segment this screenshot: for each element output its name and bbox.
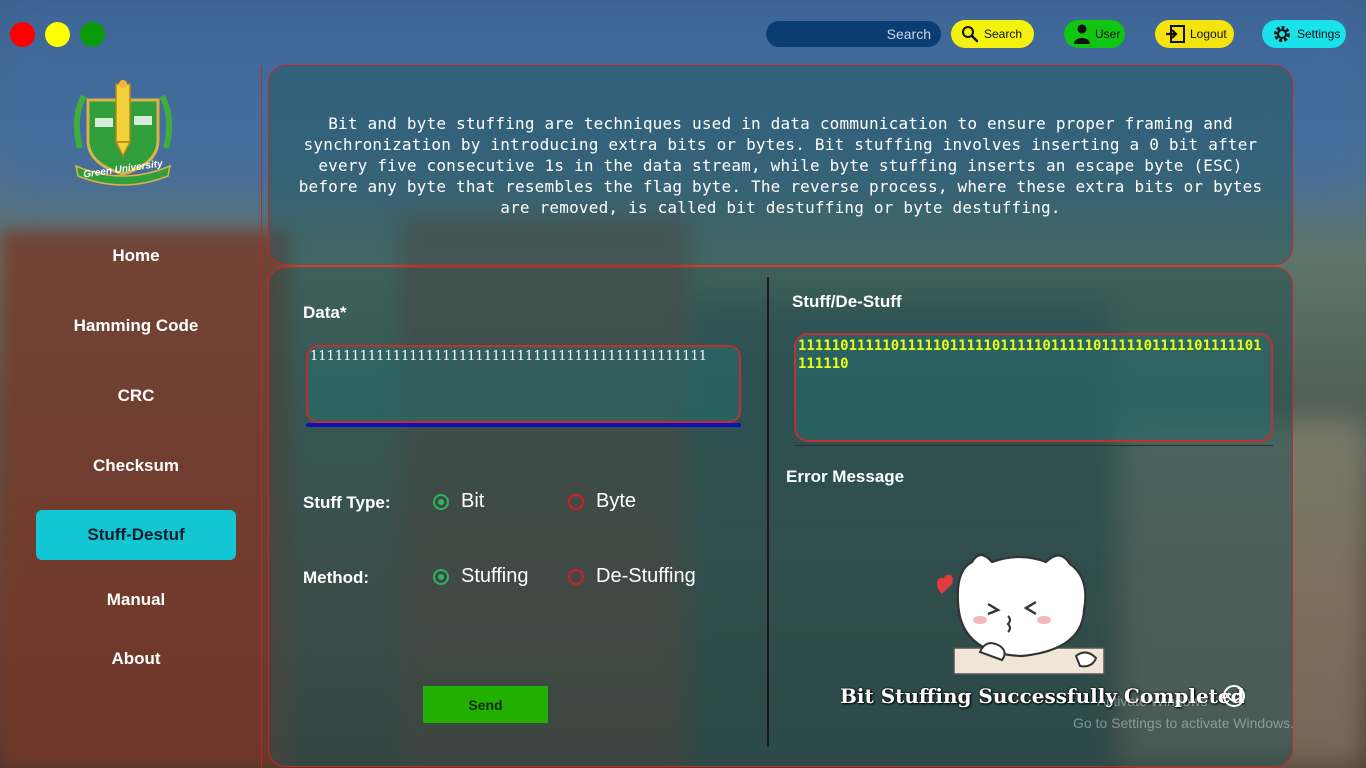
user-button-label: User [1095, 27, 1121, 41]
stuff-type-label: Stuff Type: [303, 493, 391, 512]
sidebar-item-label: Stuff-Destuf [87, 525, 185, 544]
description-panel: Bit and byte stuffing are techniques use… [268, 65, 1293, 265]
watermark-line-1: Activate Windows [1097, 693, 1208, 709]
logout-button[interactable]: Logout [1155, 20, 1234, 48]
search-button-label: Search [984, 27, 1023, 41]
user-button[interactable]: User [1064, 20, 1125, 48]
radio-label: Bit [461, 490, 485, 512]
result-divider [794, 445, 1273, 446]
result-label: Stuff/De-Stuff [792, 292, 902, 311]
radio-label: De-Stuffing [596, 565, 696, 587]
sidebar-item-about[interactable]: About [36, 634, 236, 684]
sidebar-divider [261, 66, 262, 768]
settings-button-label: Settings [1297, 27, 1341, 41]
method-label: Method: [303, 568, 370, 587]
sidebar-item-label: About [111, 649, 161, 668]
sidebar-item-crc[interactable]: CRC [36, 371, 236, 421]
sidebar-item-label: Hamming Code [73, 316, 199, 335]
sidebar-item-hamming-code[interactable]: Hamming Code [36, 301, 236, 351]
radio-unchecked-icon [568, 493, 584, 510]
logout-icon [1166, 25, 1185, 43]
minimize-window-button[interactable] [45, 22, 70, 47]
close-window-button[interactable] [10, 22, 35, 47]
activation-watermark: Activate Windows Go to Settings to activ… [1073, 693, 1294, 733]
panel-divider [767, 277, 769, 747]
sidebar-item-checksum[interactable]: Checksum [36, 441, 236, 491]
method-destuffing-radio[interactable]: De-Stuffing [568, 565, 696, 588]
search-icon [962, 26, 979, 43]
maximize-window-button[interactable] [80, 22, 105, 47]
cat-mascot-image [936, 553, 1105, 675]
sidebar-item-label: Home [112, 246, 160, 265]
sidebar-item-stuff-destuf[interactable]: Stuff-Destuf [36, 510, 236, 560]
stuff-type-bit-radio[interactable]: Bit [433, 490, 484, 513]
settings-button[interactable]: Settings [1262, 20, 1346, 48]
user-icon [1074, 24, 1090, 44]
result-output[interactable]: 1111101111101111101111101111101111101111… [794, 333, 1273, 442]
search-button[interactable]: Search [951, 20, 1034, 48]
send-button[interactable]: Send [423, 686, 548, 723]
data-input-focus-bar [306, 423, 741, 427]
radio-checked-icon [433, 493, 449, 510]
radio-label: Byte [596, 490, 637, 512]
data-label: Data* [303, 303, 347, 322]
error-message-label: Error Message [786, 467, 905, 486]
logout-button-label: Logout [1190, 27, 1227, 41]
watermark-line-2: Go to Settings to activate Windows. [1073, 715, 1294, 731]
sidebar-item-label: CRC [117, 386, 155, 405]
search-input[interactable] [766, 21, 941, 47]
data-input[interactable]: 1111111111111111111111111111111111111111… [306, 345, 741, 423]
radio-checked-icon [433, 568, 449, 585]
sidebar-item-manual[interactable]: Manual [36, 575, 236, 625]
method-stuffing-radio[interactable]: Stuffing [433, 565, 528, 588]
radio-label: Stuffing [461, 565, 529, 587]
sidebar-item-label: Checksum [93, 456, 179, 475]
sidebar-item-label: Manual [106, 590, 166, 609]
radio-unchecked-icon [568, 568, 584, 585]
description-text: Bit and byte stuffing are techniques use… [298, 113, 1263, 217]
sidebar-item-home[interactable]: Home [36, 231, 236, 281]
gear-icon [1274, 26, 1290, 42]
stuff-type-byte-radio[interactable]: Byte [568, 490, 636, 513]
